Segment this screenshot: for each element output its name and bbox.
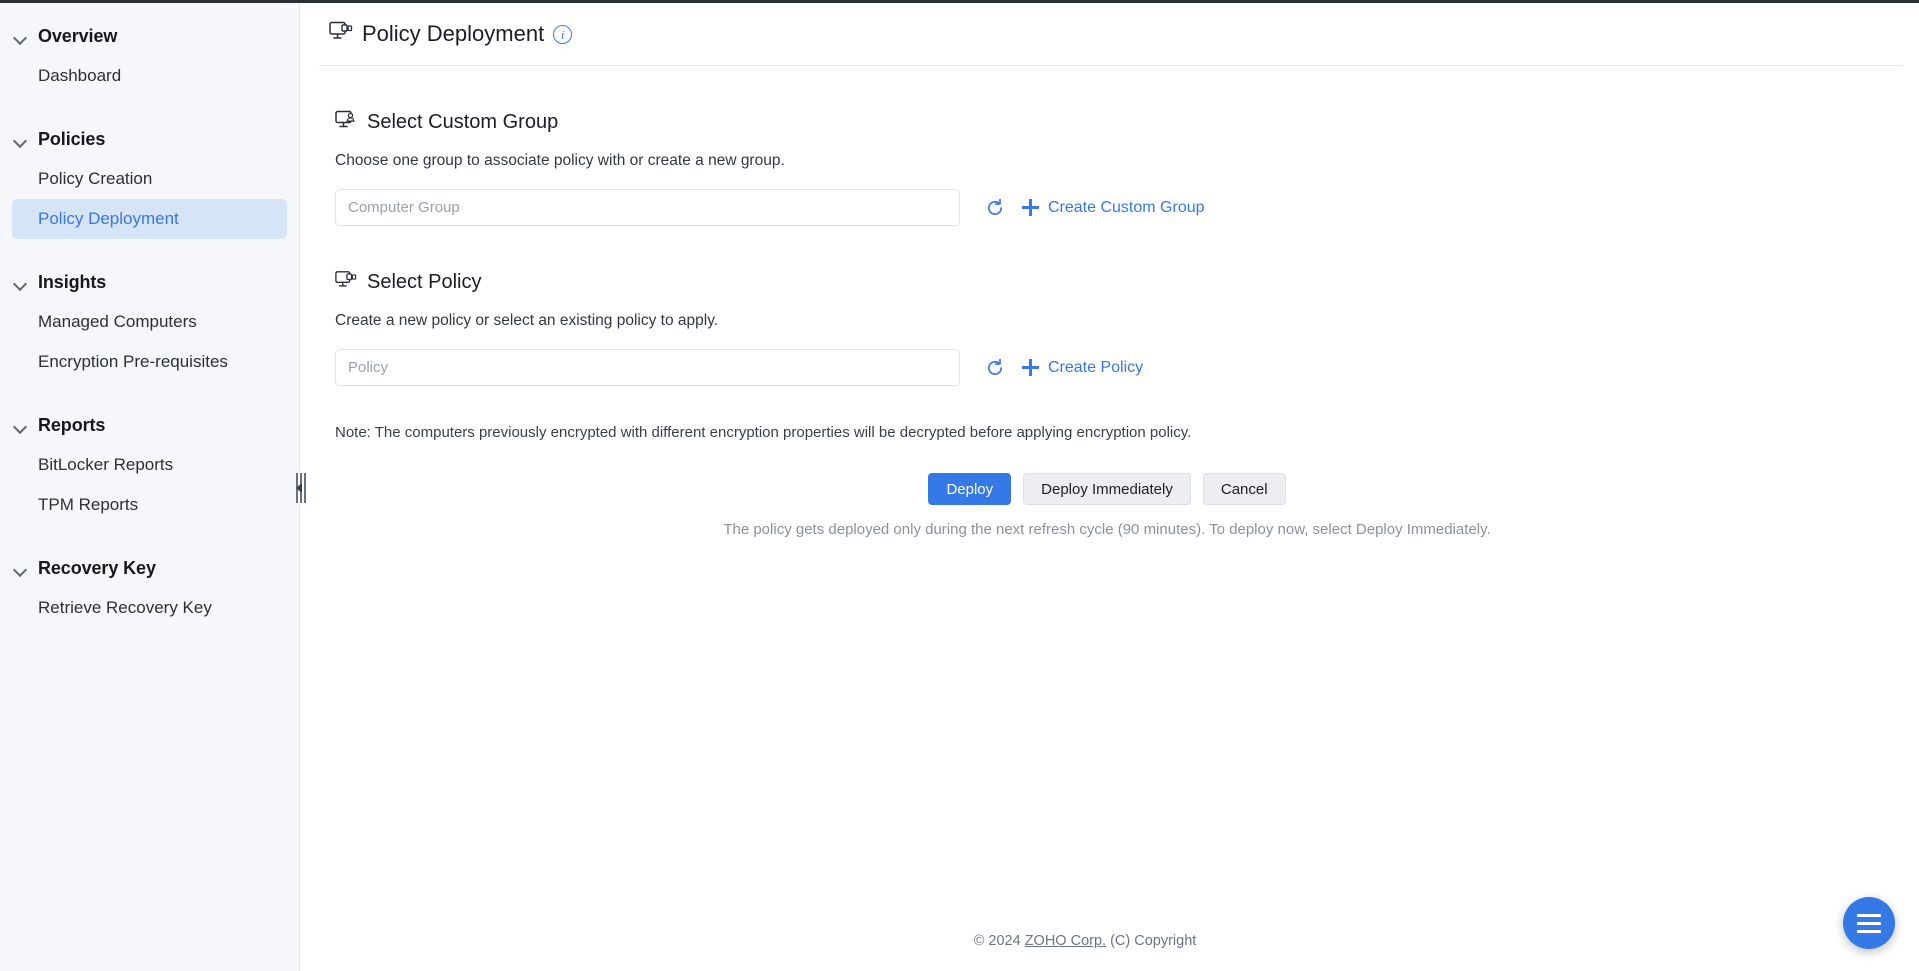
nav-header-label: Reports — [38, 415, 106, 435]
deploy-immediately-button[interactable]: Deploy Immediately — [1023, 473, 1191, 505]
nav-group-policies: Policies Policy Creation Policy Deployme… — [0, 120, 299, 239]
nav-header-label: Insights — [38, 272, 107, 292]
hamburger-menu-fab[interactable] — [1843, 897, 1895, 949]
main-content: Policy Deployment i Select Custom Group … — [301, 3, 1919, 971]
nav-header-policies[interactable]: Policies — [0, 120, 299, 159]
chevron-down-icon — [14, 562, 28, 576]
section-subtitle: Choose one group to associate policy wit… — [335, 152, 785, 169]
sidebar-item-dashboard[interactable]: Dashboard — [12, 56, 287, 96]
chevron-down-icon — [14, 419, 28, 433]
sidebar-item-tpm-reports[interactable]: TPM Reports — [12, 485, 287, 525]
sidebar-resize-handle[interactable] — [295, 472, 307, 504]
create-custom-group-label: Create Custom Group — [1048, 198, 1205, 216]
nav-header-label: Recovery Key — [38, 558, 156, 578]
action-buttons-row: Deploy Deploy Immediately Cancel — [335, 473, 1919, 505]
section-title: Select Policy — [367, 271, 482, 293]
nav-group-reports: Reports BitLocker Reports TPM Reports — [0, 406, 299, 525]
plus-icon — [1022, 359, 1039, 376]
sidebar-item-managed-computers[interactable]: Managed Computers — [12, 302, 287, 342]
section-title-row: Select Policy — [335, 270, 1919, 295]
content-area: Select Custom Group Choose one group to … — [301, 110, 1919, 538]
app-root: Overview Dashboard Policies Policy Creat… — [0, 0, 1919, 971]
deploy-button[interactable]: Deploy — [928, 473, 1012, 505]
sidebar-item-encryption-prerequisites[interactable]: Encryption Pre-requisites — [12, 342, 287, 382]
nav-header-reports[interactable]: Reports — [0, 406, 299, 445]
nav-header-overview[interactable]: Overview — [0, 17, 299, 56]
footer: © 2024 ZOHO Corp. (C) Copyright — [301, 933, 1919, 949]
section-title: Select Custom Group — [367, 111, 559, 133]
policy-input[interactable] — [335, 349, 960, 386]
computer-policy-icon — [329, 21, 353, 47]
encryption-note: Note: The computers previously encrypted… — [335, 424, 1192, 441]
nav-group-insights: Insights Managed Computers Encryption Pr… — [0, 263, 299, 382]
nav-header-label: Policies — [38, 129, 106, 149]
nav-header-label: Overview — [38, 26, 118, 46]
hamburger-menu-icon-bar — [1857, 929, 1881, 933]
hamburger-menu-icon-bar — [1857, 913, 1881, 917]
computer-group-input[interactable] — [335, 189, 960, 226]
sidebar-item-policy-deployment[interactable]: Policy Deployment — [12, 199, 287, 239]
computer-policy-icon — [335, 270, 357, 295]
plus-icon — [1022, 199, 1039, 216]
nav-group-recovery-key: Recovery Key Retrieve Recovery Key — [0, 549, 299, 628]
custom-group-field-row: Create Custom Group — [335, 189, 1919, 226]
select-policy-section: Select Policy Create a new policy or sel… — [335, 270, 1919, 386]
refresh-icon[interactable] — [984, 197, 1006, 219]
sidebar: Overview Dashboard Policies Policy Creat… — [0, 3, 300, 971]
chevron-down-icon — [14, 133, 28, 147]
cancel-button[interactable]: Cancel — [1202, 473, 1286, 505]
create-policy-label: Create Policy — [1048, 358, 1144, 376]
create-custom-group-button[interactable]: Create Custom Group — [1022, 199, 1205, 217]
sidebar-item-retrieve-recovery-key[interactable]: Retrieve Recovery Key — [12, 588, 287, 628]
resize-grip-icon — [295, 473, 307, 503]
nav-header-recovery-key[interactable]: Recovery Key — [0, 549, 299, 588]
select-custom-group-section: Select Custom Group Choose one group to … — [335, 110, 1919, 226]
footer-suffix: (C) Copyright — [1106, 933, 1197, 949]
nav-group-overview: Overview Dashboard — [0, 17, 299, 96]
sidebar-item-bitlocker-reports[interactable]: BitLocker Reports — [12, 445, 287, 485]
create-policy-button[interactable]: Create Policy — [1022, 359, 1143, 377]
chevron-down-icon — [14, 276, 28, 290]
top-strip — [0, 0, 1919, 3]
section-title-row: Select Custom Group — [335, 110, 1919, 135]
zoho-corp-link[interactable]: ZOHO Corp. — [1025, 933, 1106, 949]
deploy-hint-text: The policy gets deployed only during the… — [723, 521, 1491, 538]
refresh-icon[interactable] — [984, 357, 1006, 379]
policy-field-row: Create Policy — [335, 349, 1919, 386]
footer-prefix: © 2024 — [973, 933, 1025, 949]
page-title-row: Policy Deployment i — [301, 3, 1919, 47]
nav-header-insights[interactable]: Insights — [0, 263, 299, 302]
page-title: Policy Deployment — [362, 21, 545, 46]
chevron-down-icon — [14, 30, 28, 44]
sidebar-item-policy-creation[interactable]: Policy Creation — [12, 159, 287, 199]
info-icon[interactable]: i — [553, 24, 573, 44]
section-subtitle: Create a new policy or select an existin… — [335, 312, 719, 329]
computer-group-icon — [335, 110, 357, 135]
hamburger-menu-icon-bar — [1857, 921, 1881, 925]
title-divider — [319, 65, 1903, 66]
